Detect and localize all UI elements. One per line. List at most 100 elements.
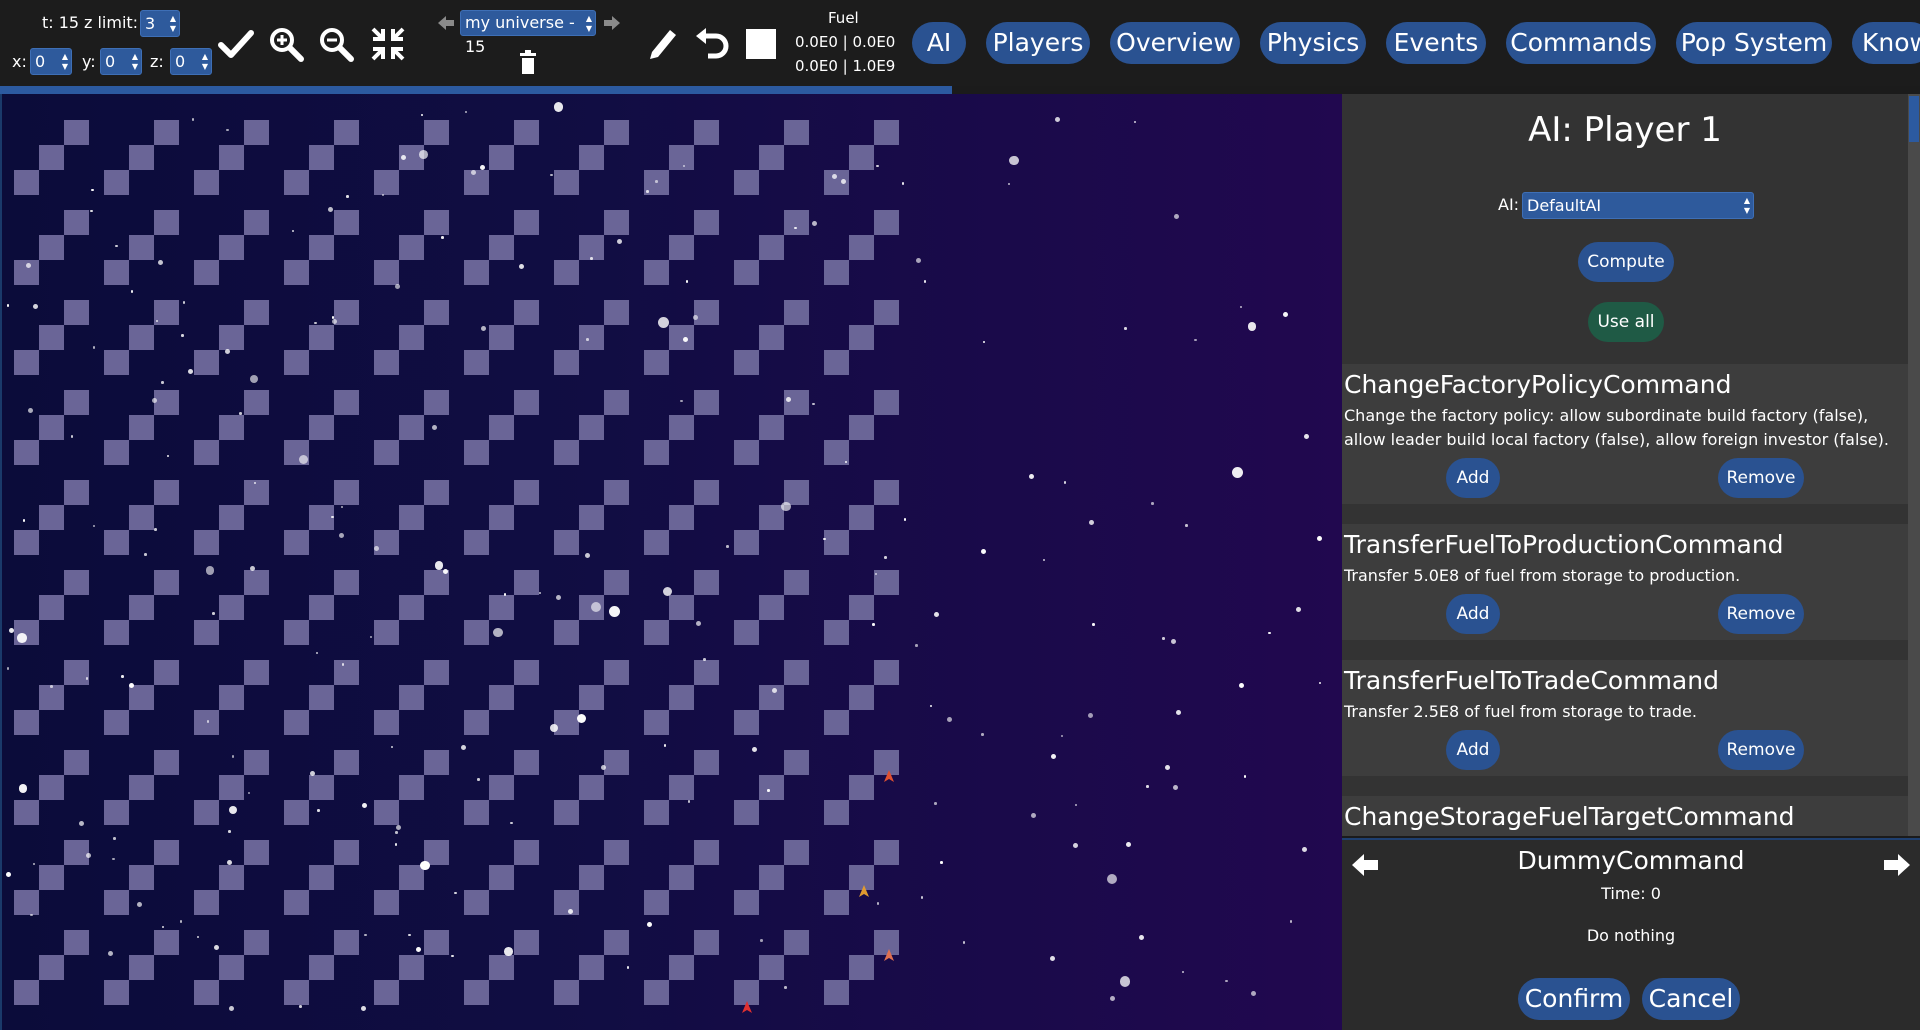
grid-cell[interactable] bbox=[849, 235, 874, 260]
grid-cell[interactable] bbox=[309, 685, 334, 710]
scrollbar-thumb[interactable] bbox=[1909, 96, 1919, 142]
grid-cell[interactable] bbox=[334, 210, 359, 235]
grid-cell[interactable] bbox=[554, 440, 579, 465]
grid-cell[interactable] bbox=[554, 800, 579, 825]
grid-cell[interactable] bbox=[129, 325, 154, 350]
grid-cell[interactable] bbox=[129, 145, 154, 170]
grid-cell[interactable] bbox=[399, 775, 424, 800]
grid-cell[interactable] bbox=[64, 930, 89, 955]
grid-cell[interactable] bbox=[154, 570, 179, 595]
grid-cell[interactable] bbox=[39, 415, 64, 440]
grid-cell[interactable] bbox=[39, 235, 64, 260]
grid-cell[interactable] bbox=[644, 620, 669, 645]
grid-cell[interactable] bbox=[219, 775, 244, 800]
grid-cell[interactable] bbox=[194, 800, 219, 825]
ai-select[interactable]: DefaultAI ▲ ▼ bbox=[1522, 192, 1754, 219]
undo-icon[interactable] bbox=[694, 28, 730, 60]
grid-cell[interactable] bbox=[464, 440, 489, 465]
grid-cell[interactable] bbox=[874, 390, 899, 415]
grid-cell[interactable] bbox=[579, 685, 604, 710]
grid-cell[interactable] bbox=[874, 660, 899, 685]
grid-cell[interactable] bbox=[284, 170, 309, 195]
ship-icon[interactable] bbox=[884, 770, 894, 782]
grid-cell[interactable] bbox=[669, 505, 694, 530]
grid-cell[interactable] bbox=[284, 620, 309, 645]
grid-cell[interactable] bbox=[644, 980, 669, 1005]
grid-cell[interactable] bbox=[64, 480, 89, 505]
grid-cell[interactable] bbox=[64, 840, 89, 865]
grid-cell[interactable] bbox=[39, 775, 64, 800]
z-spinner[interactable]: 0 ▲ ▼ bbox=[170, 48, 212, 75]
grid-cell[interactable] bbox=[694, 390, 719, 415]
grid-cell[interactable] bbox=[694, 750, 719, 775]
zoom-in-icon[interactable] bbox=[268, 26, 306, 62]
grid-cell[interactable] bbox=[874, 210, 899, 235]
zoom-out-icon[interactable] bbox=[318, 26, 356, 62]
grid-cell[interactable] bbox=[644, 530, 669, 555]
grid-cell[interactable] bbox=[514, 840, 539, 865]
grid-cell[interactable] bbox=[694, 480, 719, 505]
grid-cell[interactable] bbox=[874, 840, 899, 865]
grid-cell[interactable] bbox=[694, 300, 719, 325]
grid-cell[interactable] bbox=[874, 570, 899, 595]
grid-cell[interactable] bbox=[104, 890, 129, 915]
grid-cell[interactable] bbox=[104, 440, 129, 465]
grid-cell[interactable] bbox=[669, 955, 694, 980]
grid-cell[interactable] bbox=[129, 505, 154, 530]
grid-cell[interactable] bbox=[784, 750, 809, 775]
grid-cell[interactable] bbox=[669, 145, 694, 170]
grid-cell[interactable] bbox=[489, 505, 514, 530]
grid-cell[interactable] bbox=[734, 350, 759, 375]
grid-cell[interactable] bbox=[14, 530, 39, 555]
grid-cell[interactable] bbox=[104, 800, 129, 825]
grid-cell[interactable] bbox=[694, 570, 719, 595]
grid-cell[interactable] bbox=[604, 660, 629, 685]
grid-cell[interactable] bbox=[104, 710, 129, 735]
grid-cell[interactable] bbox=[309, 775, 334, 800]
grid-cell[interactable] bbox=[309, 595, 334, 620]
grid-cell[interactable] bbox=[669, 235, 694, 260]
z-limit-spinner[interactable]: 3 ▲ ▼ bbox=[140, 10, 180, 37]
grid-cell[interactable] bbox=[694, 120, 719, 145]
ship-icon[interactable] bbox=[884, 949, 894, 961]
grid-cell[interactable] bbox=[824, 980, 849, 1005]
grid-cell[interactable] bbox=[399, 685, 424, 710]
grid-cell[interactable] bbox=[194, 620, 219, 645]
grid-cell[interactable] bbox=[489, 685, 514, 710]
grid-cell[interactable] bbox=[604, 750, 629, 775]
remove-command-button[interactable]: Remove bbox=[1718, 594, 1804, 634]
grid-cell[interactable] bbox=[734, 440, 759, 465]
grid-cell[interactable] bbox=[604, 390, 629, 415]
grid-cell[interactable] bbox=[309, 415, 334, 440]
grid-cell[interactable] bbox=[554, 530, 579, 555]
check-icon[interactable] bbox=[218, 28, 254, 60]
grid-cell[interactable] bbox=[514, 120, 539, 145]
grid-cell[interactable] bbox=[64, 390, 89, 415]
grid-cell[interactable] bbox=[849, 145, 874, 170]
grid-cell[interactable] bbox=[424, 750, 449, 775]
tab-events[interactable]: Events bbox=[1386, 22, 1486, 64]
grid-cell[interactable] bbox=[824, 710, 849, 735]
grid-cell[interactable] bbox=[554, 890, 579, 915]
grid-cell[interactable] bbox=[579, 145, 604, 170]
grid-cell[interactable] bbox=[14, 710, 39, 735]
grid-cell[interactable] bbox=[644, 440, 669, 465]
grid-cell[interactable] bbox=[104, 980, 129, 1005]
grid-cell[interactable] bbox=[399, 415, 424, 440]
grid-cell[interactable] bbox=[194, 890, 219, 915]
grid-cell[interactable] bbox=[759, 595, 784, 620]
grid-cell[interactable] bbox=[554, 620, 579, 645]
grid-cell[interactable] bbox=[14, 800, 39, 825]
grid-cell[interactable] bbox=[219, 685, 244, 710]
grid-cell[interactable] bbox=[824, 530, 849, 555]
grid-cell[interactable] bbox=[284, 350, 309, 375]
grid-cell[interactable] bbox=[104, 170, 129, 195]
remove-command-button[interactable]: Remove bbox=[1718, 730, 1804, 770]
grid-cell[interactable] bbox=[759, 325, 784, 350]
grid-cell[interactable] bbox=[669, 415, 694, 440]
grid-cell[interactable] bbox=[104, 620, 129, 645]
grid-cell[interactable] bbox=[759, 955, 784, 980]
cancel-button[interactable]: Cancel bbox=[1642, 978, 1740, 1020]
grid-cell[interactable] bbox=[694, 840, 719, 865]
grid-cell[interactable] bbox=[39, 865, 64, 890]
